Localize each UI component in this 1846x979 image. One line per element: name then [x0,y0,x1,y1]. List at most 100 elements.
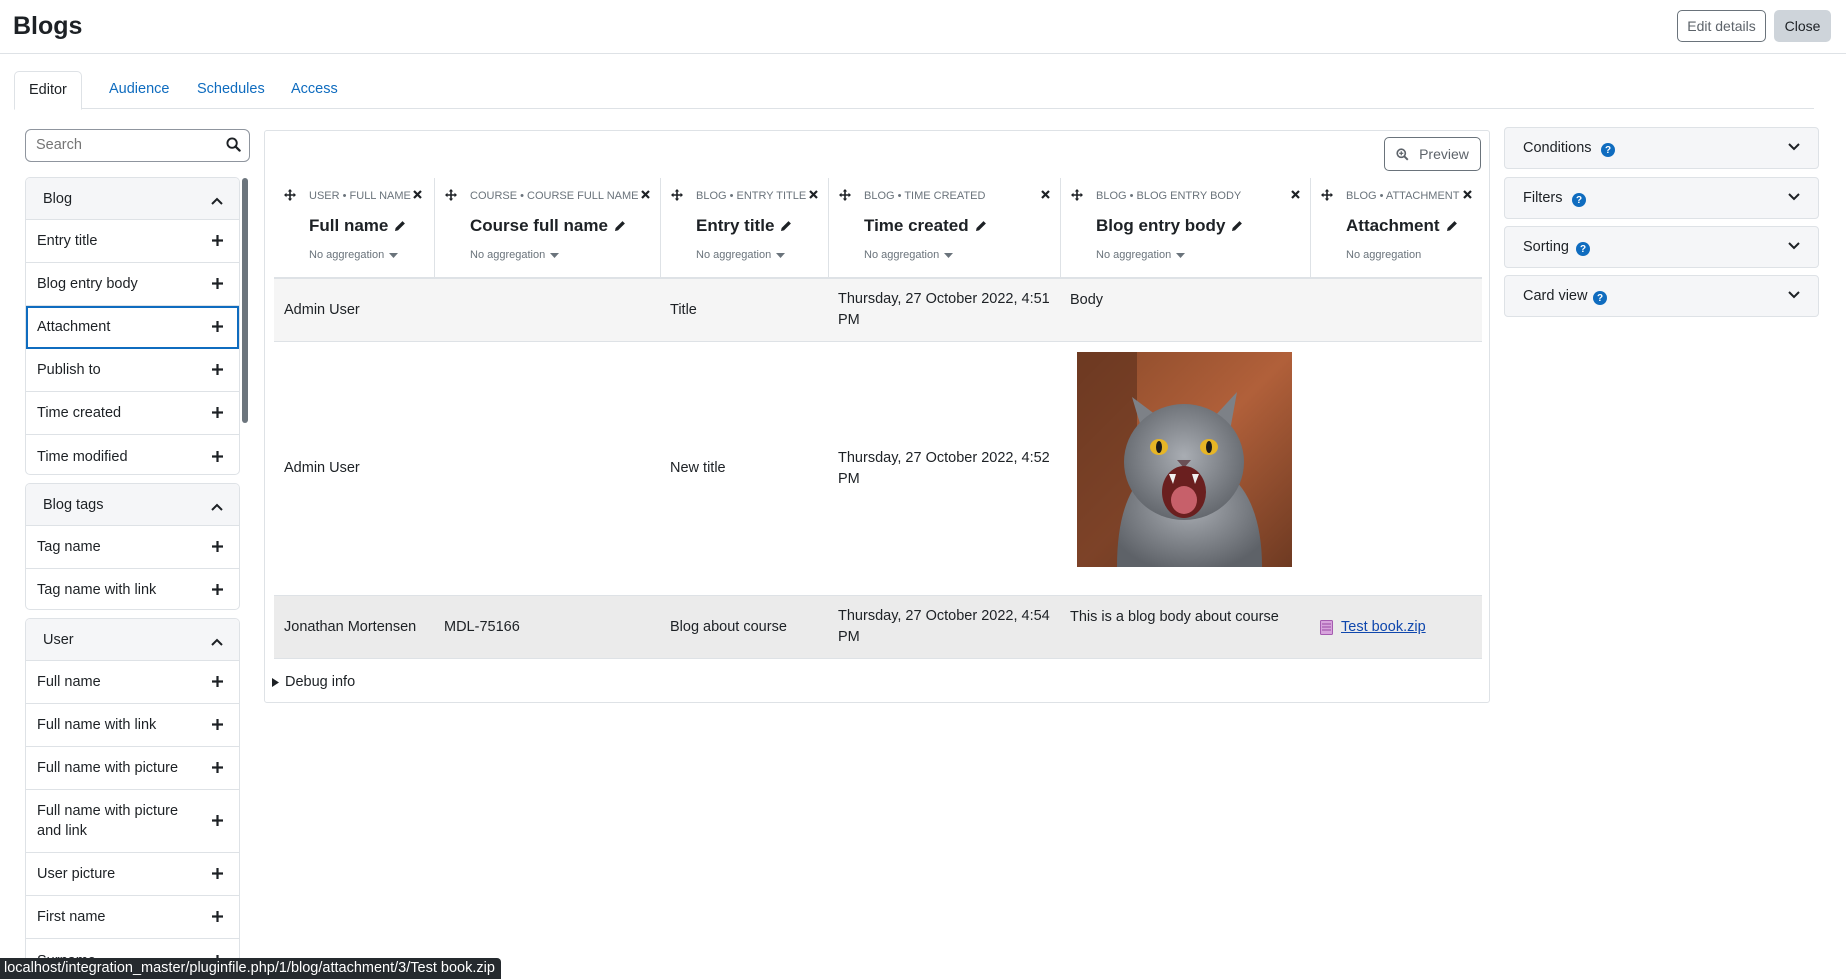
sidebar-item-full-name[interactable]: Full name [26,661,239,704]
panel-card-view[interactable]: Card view ? [1504,275,1819,317]
tab-bar: Editor Audience Schedules Access [14,71,1814,110]
aggregation-select[interactable]: No aggregation [470,249,560,261]
remove-column-icon[interactable] [413,190,422,199]
column-title-text: Full name [309,216,389,235]
time-line: Thursday, 27 October 2022, 4:51 [838,291,1050,307]
pencil-icon[interactable] [1231,220,1243,232]
panel-sorting[interactable]: Sorting ? [1504,226,1819,268]
cell-course: MDL-75166 [444,618,520,635]
search-input[interactable] [36,130,226,160]
remove-column-icon[interactable] [1291,190,1300,199]
search-icon[interactable] [226,137,241,156]
sidebar-item-user-picture[interactable]: User picture [26,853,239,896]
remove-column-icon[interactable] [641,190,650,199]
cell-time-created: Thursday, 27 October 2022, 4:52 PM [838,342,1050,595]
remove-column-icon[interactable] [809,190,818,199]
move-icon[interactable] [284,189,296,201]
edit-details-button[interactable]: Edit details [1677,10,1766,42]
sidebar-group-title: Blog tags [43,497,104,513]
tab-schedules[interactable]: Schedules [183,71,279,109]
aggregation-label: No aggregation [864,249,940,261]
column-title-text: Blog entry body [1096,216,1226,235]
column-title[interactable]: Entry title [696,216,792,236]
sidebar-group-header[interactable]: Blog [26,178,239,220]
sidebar-item-full-name-with-link[interactable]: Full name with link [26,704,239,747]
sidebar-item-full-name-with-picture[interactable]: Full name with picture [26,747,239,790]
column-title[interactable]: Time created [864,216,987,236]
chevron-up-icon [211,499,223,515]
remove-column-icon[interactable] [1041,190,1050,199]
tab-access[interactable]: Access [277,71,352,109]
debug-info-toggle[interactable]: Debug info [272,674,355,690]
caret-down-icon [1176,252,1186,258]
sidebar-item-label: Time modified [37,448,128,465]
sidebar-item-tag-name-with-link[interactable]: Tag name with link [26,569,239,609]
pencil-icon[interactable] [780,220,792,232]
aggregation-select[interactable]: No aggregation [309,249,399,261]
column-caption: BLOG • ENTRY TITLE [696,190,807,202]
sidebar-item-label: Publish to [37,362,101,378]
sidebar-item-label: Blog entry body [37,276,138,292]
panel-filters[interactable]: Filters ? [1504,177,1819,219]
column-header-course-full-name: COURSE • COURSE FULL NAME Course full na… [434,178,660,278]
sidebar-item-tag-name[interactable]: Tag name [26,526,239,569]
column-header-entry-title: BLOG • ENTRY TITLE Entry title No aggreg… [660,178,828,278]
help-icon[interactable]: ? [1601,143,1615,157]
chevron-down-icon [1788,291,1800,299]
aggregation-select[interactable]: No aggregation [1096,249,1186,261]
sidebar-item-blog-entry-body[interactable]: Blog entry body [26,263,239,306]
tab-editor[interactable]: Editor [14,71,82,110]
move-icon[interactable] [1071,189,1083,201]
chevron-down-icon [1788,143,1800,151]
tab-audience[interactable]: Audience [95,71,183,109]
move-icon[interactable] [671,189,683,201]
pencil-icon[interactable] [614,220,626,232]
cell-time-created: Thursday, 27 October 2022, 4:54 PM [838,596,1050,658]
sidebar-group-header[interactable]: User [26,619,239,661]
aggregation-label: No aggregation [1346,249,1422,261]
move-icon[interactable] [445,189,457,201]
remove-column-icon[interactable] [1463,190,1472,199]
sidebar-item-first-name[interactable]: First name [26,896,239,939]
sidebar-item-label: Entry title [37,233,98,249]
column-title[interactable]: Blog entry body [1096,216,1243,236]
caret-down-icon [550,252,560,258]
move-icon[interactable] [1321,189,1333,201]
move-icon[interactable] [839,189,851,201]
cell-entry-title: Title [670,301,697,318]
panel-conditions[interactable]: Conditions ? [1504,127,1819,169]
pencil-icon[interactable] [975,220,987,232]
column-title[interactable]: Attachment [1346,216,1458,236]
sidebar-item-publish-to[interactable]: Publish to [26,349,239,392]
aggregation-select[interactable]: No aggregation [696,249,786,261]
column-title[interactable]: Course full name [470,216,626,236]
column-title-text: Attachment [1346,216,1440,235]
page-title: Blogs [13,12,83,40]
aggregation-select[interactable]: No aggregation [864,249,954,261]
sidebar-item-entry-title[interactable]: Entry title [26,220,239,263]
close-button[interactable]: Close [1774,10,1831,42]
plus-icon [212,235,223,246]
column-title[interactable]: Full name [309,216,406,236]
help-icon[interactable]: ? [1593,291,1607,305]
cell-time-created: Thursday, 27 October 2022, 4:51 PM [838,279,1050,341]
preview-button[interactable]: Preview [1384,137,1481,171]
time-line: Thursday, 27 October 2022, 4:52 [838,449,1050,466]
sidebar-item-time-created[interactable]: Time created [26,392,239,435]
sidebar-group-header[interactable]: Blog tags [26,484,239,526]
sidebar-scrollbar[interactable] [242,178,248,423]
column-title-text: Entry title [696,216,775,235]
help-icon[interactable]: ? [1572,193,1586,207]
pencil-icon[interactable] [394,220,406,232]
attachment-link[interactable]: Test book.zip [1341,617,1426,638]
column-header-time-created: BLOG • TIME CREATED Time created No aggr… [828,178,1060,278]
pencil-icon[interactable] [1446,220,1458,232]
sidebar-item-attachment[interactable]: Attachment [26,306,239,349]
sidebar-group-title: User [43,632,74,648]
chevron-up-icon [211,634,223,650]
sidebar-item-time-modified[interactable]: Time modified [26,435,239,474]
column-caption: BLOG • ATTACHMENT [1346,190,1460,202]
plus-icon [212,278,223,289]
help-icon[interactable]: ? [1576,242,1590,256]
sidebar-item-full-name-with-picture-and-link[interactable]: Full name with picture and link [26,790,239,853]
